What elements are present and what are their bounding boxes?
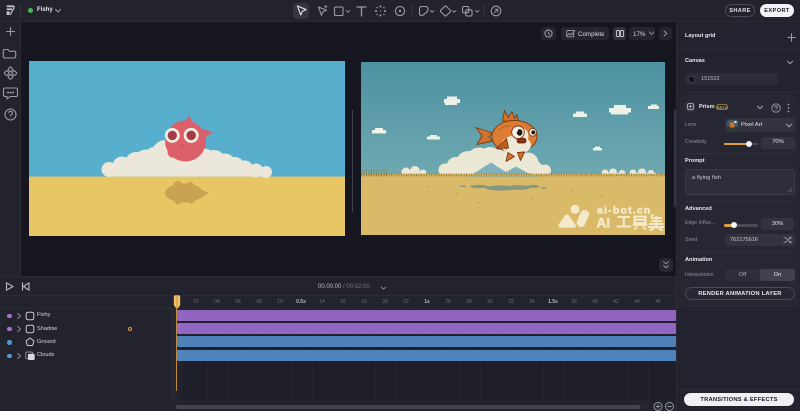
svg-text:AI: AI <box>597 216 611 231</box>
